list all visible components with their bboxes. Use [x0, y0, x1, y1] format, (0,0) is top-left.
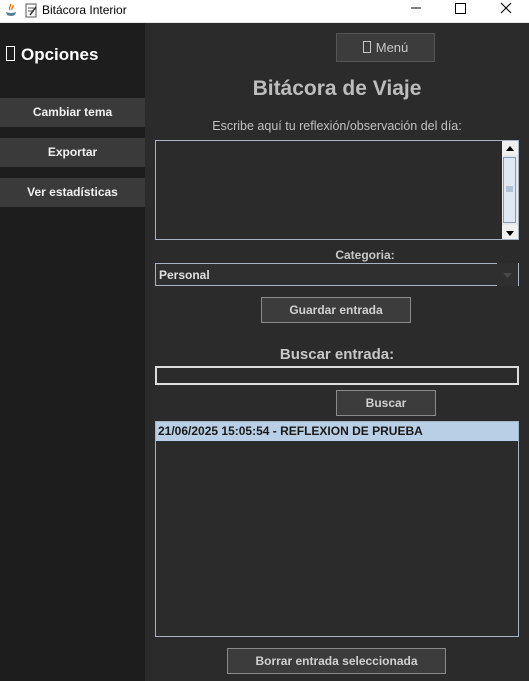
reflection-textarea[interactable] [155, 140, 519, 240]
category-select[interactable]: Personal [155, 263, 519, 286]
search-button[interactable]: Buscar [336, 390, 436, 416]
export-button[interactable]: Exportar [0, 138, 145, 167]
minimize-button[interactable] [396, 0, 436, 22]
close-icon [500, 2, 512, 14]
search-label: Buscar entrada: [279, 346, 395, 363]
menu-button-label: Menú [375, 40, 409, 55]
page-title: Bitácora de Viaje [252, 77, 422, 100]
missing-glyph-icon [362, 41, 371, 53]
vertical-scrollbar[interactable] [502, 141, 518, 239]
maximize-button[interactable] [440, 0, 480, 22]
sidebar-title: Opciones [6, 45, 98, 65]
window-titlebar: Bitácora Interior [0, 0, 529, 23]
document-icon [25, 3, 37, 18]
sidebar: Opciones Cambiar tema Exportar Ver estad… [0, 23, 145, 681]
chevron-down-icon [503, 273, 512, 278]
category-dropdown-button[interactable] [497, 263, 518, 286]
entries-list[interactable]: 21/06/2025 15:05:54 - REFLEXION DE PRUEB… [155, 421, 519, 637]
arrow-up-icon [506, 146, 514, 151]
scroll-down-button[interactable] [502, 225, 518, 239]
scroll-up-button[interactable] [502, 141, 518, 155]
statistics-button[interactable]: Ver estadísticas [0, 178, 145, 207]
delete-entry-button[interactable]: Borrar entrada seleccionada [227, 648, 446, 674]
grip-icon [506, 186, 513, 192]
arrow-down-icon [506, 231, 514, 236]
list-item[interactable]: 21/06/2025 15:05:54 - REFLEXION DE PRUEB… [156, 422, 518, 441]
sidebar-title-label: Opciones [21, 45, 99, 64]
search-input[interactable] [155, 366, 519, 385]
minimize-icon [411, 7, 421, 9]
window-title: Bitácora Interior [42, 3, 127, 17]
save-entry-button[interactable]: Guardar entrada [261, 297, 411, 323]
scrollbar-thumb[interactable] [503, 157, 516, 223]
menu-button[interactable]: Menú [336, 33, 435, 62]
java-app-icon [6, 3, 16, 16]
close-button[interactable] [486, 0, 526, 22]
change-theme-button[interactable]: Cambiar tema [0, 98, 145, 127]
category-selected-value: Personal [159, 268, 210, 282]
main-panel: Menú Bitácora de Viaje Escribe aquí tu r… [145, 23, 529, 681]
category-label: Categoria: [335, 248, 395, 262]
missing-glyph-icon [6, 46, 15, 61]
reflection-prompt: Escribe aquí tu reflexión/observación de… [212, 119, 462, 133]
maximize-icon [455, 3, 466, 14]
